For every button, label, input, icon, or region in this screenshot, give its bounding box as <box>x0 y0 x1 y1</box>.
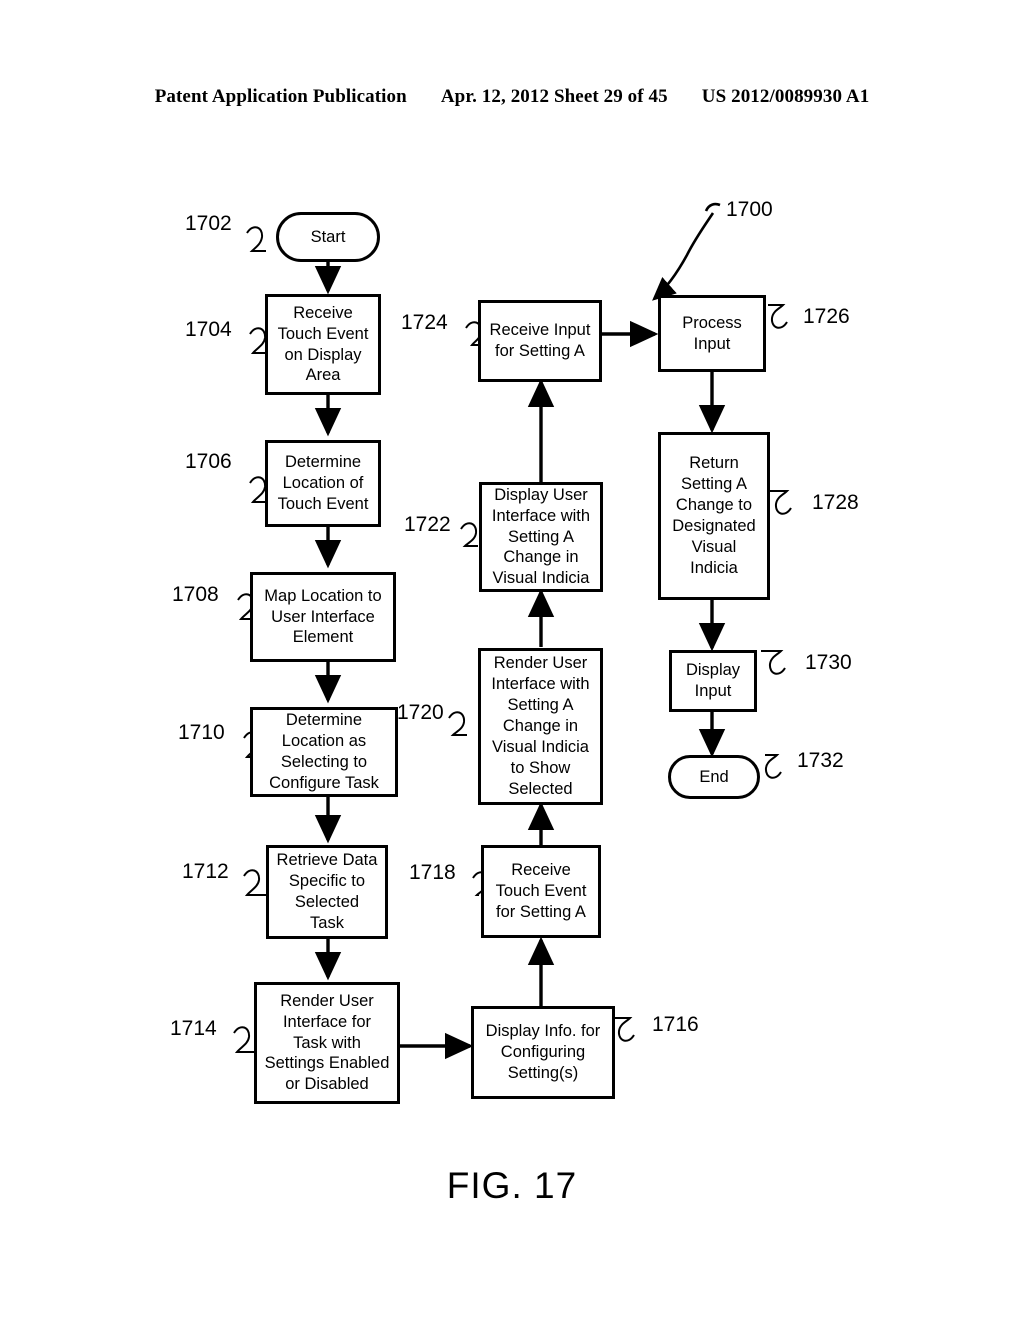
node-start: Start <box>276 212 380 262</box>
ref-1706: 1706 <box>185 450 232 473</box>
node-process-input: Process Input <box>658 295 766 372</box>
node-display-info-configuring-settings: Display Info. for Configuring Setting(s) <box>471 1006 615 1099</box>
node-receive-touch-event-display-area: Receive Touch Event on Display Area <box>265 294 381 395</box>
node-display-input: Display Input <box>669 650 757 712</box>
ref-1726: 1726 <box>803 305 850 328</box>
node-1718-label: Receive Touch Event for Setting A <box>495 861 587 921</box>
ref-1710: 1710 <box>178 721 225 744</box>
ref-1722: 1722 <box>404 513 451 536</box>
ref-1718: 1718 <box>409 861 456 884</box>
node-1716-label: Display Info. for Configuring Setting(s) <box>485 1022 601 1082</box>
node-receive-input-setting-a: Receive Input for Setting A <box>478 300 602 382</box>
node-1726-label: Process Input <box>682 313 742 353</box>
ref-1700-flow: 1700 <box>726 198 773 221</box>
node-return-setting-a-change: Return Setting A Change to Designated Vi… <box>658 432 770 600</box>
node-1704-label: Receive Touch Event on Display Area <box>277 303 369 385</box>
node-1728-label: Return Setting A Change to Designated Vi… <box>672 454 756 577</box>
node-determine-location-touch-event: Determine Location of Touch Event <box>265 440 381 527</box>
ref-1714: 1714 <box>170 1017 217 1040</box>
ref-1712: 1712 <box>182 860 229 883</box>
ref-1720: 1720 <box>397 701 444 724</box>
node-retrieve-data-selected-task: Retrieve Data Specific to Selected Task <box>266 845 388 939</box>
node-end-label: End <box>699 767 729 786</box>
node-1706-label: Determine Location of Touch Event <box>277 453 369 513</box>
node-1708-label: Map Location to User Interface Element <box>264 586 382 647</box>
ref-1704: 1704 <box>185 318 232 341</box>
ref-1702: 1702 <box>185 212 232 235</box>
node-render-ui-setting-a-show-selected: Render User Interface with Setting A Cha… <box>478 648 603 805</box>
figure-caption: FIG. 17 <box>446 1165 578 1206</box>
node-1714-label: Render User Interface for Task with Sett… <box>264 991 390 1094</box>
ref-1732: 1732 <box>797 749 844 772</box>
ref-1730: 1730 <box>805 651 852 674</box>
node-1730-label: Display Input <box>685 661 741 700</box>
ref-1728: 1728 <box>812 491 859 514</box>
ref-1708: 1708 <box>172 583 219 606</box>
node-display-ui-setting-a-change: Display User Interface with Setting A Ch… <box>479 482 603 592</box>
ref-1716: 1716 <box>652 1013 699 1036</box>
node-1710-label: Determine Location as Selecting to Confi… <box>269 711 379 792</box>
node-end: End <box>668 755 760 799</box>
node-1722-label: Display User Interface with Setting A Ch… <box>491 485 591 588</box>
node-1724-label: Receive Input for Setting A <box>489 321 591 360</box>
node-1720-label: Render User Interface with Setting A Cha… <box>491 654 590 798</box>
flowchart-figure: Start Receive Touch Event on Display Are… <box>0 0 1024 1320</box>
node-determine-location-selecting-configure-task: Determine Location as Selecting to Confi… <box>250 707 398 797</box>
node-start-label: Start <box>310 227 346 246</box>
node-map-location-ui-element: Map Location to User Interface Element <box>250 572 396 662</box>
node-render-ui-task-settings: Render User Interface for Task with Sett… <box>254 982 400 1104</box>
node-1712-label: Retrieve Data Specific to Selected Task <box>276 851 378 932</box>
node-receive-touch-event-setting-a: Receive Touch Event for Setting A <box>481 845 601 938</box>
ref-1724: 1724 <box>401 311 448 334</box>
